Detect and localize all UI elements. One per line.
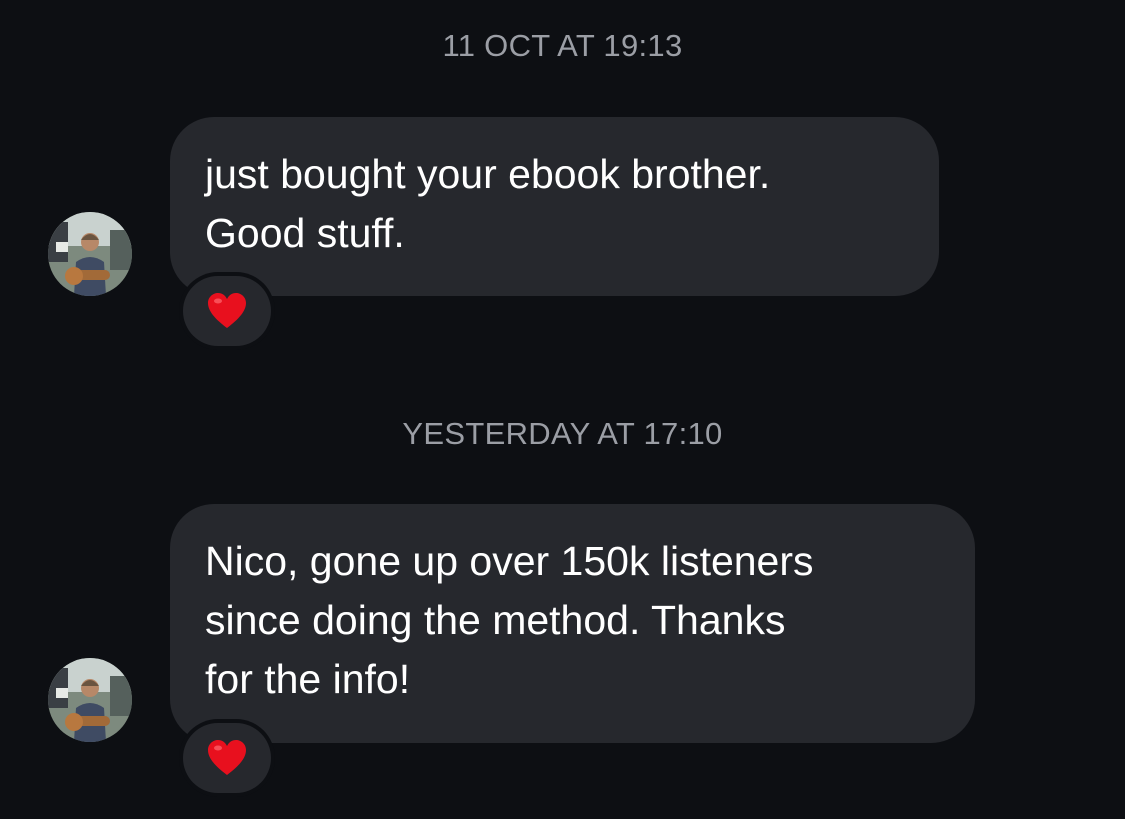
message-timestamp: 11 OCT AT 19:13 [442,28,683,63]
message-bubble[interactable]: Nico, gone up over 150k listeners since … [170,504,975,743]
reaction-badge[interactable] [183,276,271,346]
avatar-photo-icon [48,212,132,296]
sender-avatar[interactable] [48,212,132,296]
heart-icon [208,293,246,328]
message-timestamp: YESTERDAY AT 17:10 [402,416,723,451]
chat-thread: 11 OCT AT 19:13 just bought your ebook b… [0,0,1125,819]
reaction-badge[interactable] [183,723,271,793]
message-bubble[interactable]: just bought your ebook brother. Good stu… [170,117,939,296]
avatar-photo-icon [48,658,132,742]
sender-avatar[interactable] [48,658,132,742]
heart-icon [208,740,246,775]
